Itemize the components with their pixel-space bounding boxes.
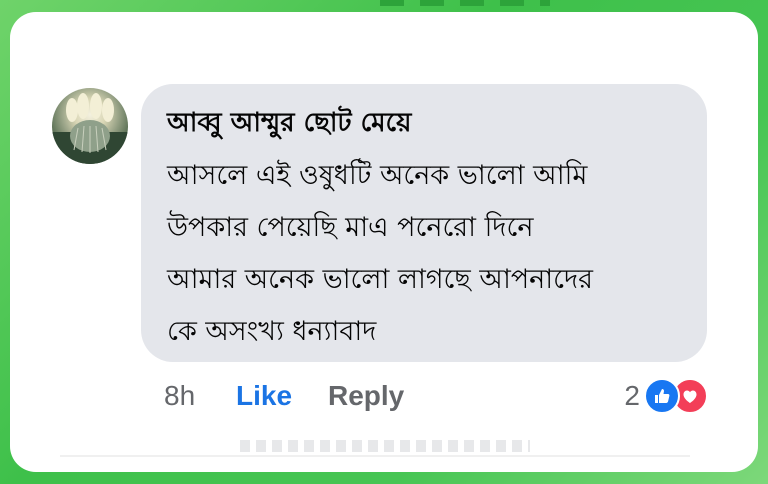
- like-button[interactable]: Like: [236, 380, 328, 412]
- comment-author[interactable]: আব্বু আম্মুর ছোট মেয়ে: [167, 102, 411, 146]
- comment-text-line: উপকার পেয়েছি মাএ পনেরো দিনে: [167, 212, 534, 243]
- next-comment-preview: [240, 440, 530, 452]
- divider: [60, 455, 690, 457]
- avatar[interactable]: [52, 88, 128, 164]
- comment-actions: 8h Like Reply: [164, 378, 404, 414]
- comment-bubble: আব্বু আম্মুর ছোট মেয়ে আসলে এই ওষুধটি অন…: [141, 84, 707, 362]
- avatar-image: [52, 93, 128, 164]
- reaction-count: 2: [624, 380, 640, 411]
- reply-button[interactable]: Reply: [328, 380, 404, 412]
- comment-text: আসলে এই ওষুধটি অনেক ভালো আমি উপকার পেয়ে…: [167, 150, 687, 358]
- like-icon: [644, 378, 680, 414]
- reaction-summary[interactable]: 2: [624, 376, 708, 416]
- top-decorative-strip: [380, 0, 550, 6]
- comment-text-line: আসলে এই ওষুধটি অনেক ভালো আমি: [167, 160, 588, 191]
- comment-text-line: কে অসংখ্য ধন্যাবাদ: [167, 316, 377, 347]
- comment-timestamp[interactable]: 8h: [164, 380, 236, 412]
- comment-text-line: আমার অনেক ভালো লাগছে আপনাদের: [167, 264, 593, 295]
